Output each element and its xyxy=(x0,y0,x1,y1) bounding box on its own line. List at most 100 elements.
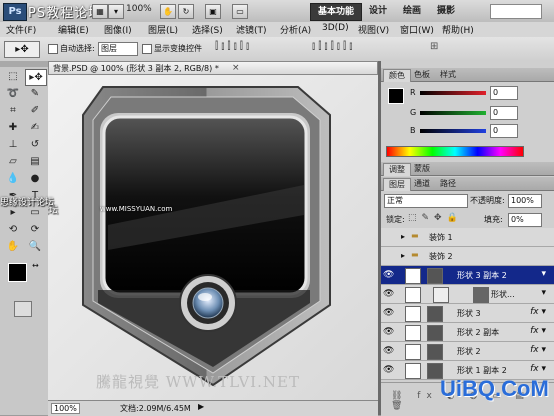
eye-icon[interactable]: 👁 xyxy=(383,346,395,356)
hand-tool-icon[interactable]: ✋ xyxy=(160,4,176,19)
fx-icon[interactable]: ▾ xyxy=(541,288,546,298)
bridge-icon[interactable]: ▦ xyxy=(92,4,108,19)
eye-icon[interactable]: 👁 xyxy=(383,365,395,375)
document-tab[interactable]: 背景.PSD @ 100% (形状 3 副本 2, RGB/8) * xyxy=(48,61,378,75)
show-transform-checkbox[interactable] xyxy=(142,44,152,54)
move-tool-icon[interactable]: ▸✥ xyxy=(25,69,47,86)
foreground-color-swatch[interactable] xyxy=(8,263,27,282)
fx-icon[interactable]: fx ▾ xyxy=(530,307,546,317)
tab-swatches[interactable]: 色板 xyxy=(409,69,435,81)
visibility-toggle[interactable] xyxy=(383,232,395,242)
layer-row[interactable]: 👁 形状 3 fx ▾ xyxy=(381,304,554,323)
layer-row[interactable]: 👁 形状... ▾ xyxy=(381,285,554,304)
eye-icon[interactable]: 👁 xyxy=(383,289,395,299)
fx-icon[interactable]: fx ▾ xyxy=(530,364,546,374)
channel-r-slider[interactable] xyxy=(420,91,486,95)
tab-masks[interactable]: 蒙版 xyxy=(409,163,435,175)
3d-rotate-tool-icon[interactable]: ⟲ xyxy=(3,222,23,237)
channel-r-value[interactable]: 0 xyxy=(490,86,518,100)
eraser-tool-icon[interactable]: ▱ xyxy=(3,154,23,169)
workspace-essentials[interactable]: 基本功能 xyxy=(310,3,363,21)
workspace-painting[interactable]: 绘画 xyxy=(396,3,428,19)
eye-icon[interactable]: 👁 xyxy=(383,270,395,280)
eyedropper-tool-icon[interactable]: ✐ xyxy=(25,103,45,118)
tab-color[interactable]: 颜色 xyxy=(383,69,411,82)
menu-filter[interactable]: 滤镜(T) xyxy=(236,23,267,36)
tab-adjustments[interactable]: 调整 xyxy=(383,163,411,176)
3d-orbit-tool-icon[interactable]: ⟳ xyxy=(25,222,45,237)
channel-b-slider[interactable] xyxy=(420,129,486,133)
tab-layers[interactable]: 图层 xyxy=(383,178,411,191)
blur-tool-icon[interactable]: 💧 xyxy=(3,171,23,186)
status-menu-arrow-icon[interactable]: ▶ xyxy=(198,402,204,411)
menu-view[interactable]: 视图(V) xyxy=(358,23,389,36)
stamp-tool-icon[interactable]: ⊥ xyxy=(3,137,23,152)
channel-g-slider[interactable] xyxy=(420,111,486,115)
layer-row[interactable]: 👁 形状 2 副本 fx ▾ xyxy=(381,323,554,342)
layer-row[interactable]: 👁 形状 2 fx ▾ xyxy=(381,342,554,361)
menu-edit[interactable]: 编辑(E) xyxy=(58,23,89,36)
workspace-design[interactable]: 设计 xyxy=(362,3,394,19)
workspace-photography[interactable]: 摄影 xyxy=(430,3,462,19)
color-spectrum-ramp[interactable] xyxy=(386,146,524,157)
tab-styles[interactable]: 样式 xyxy=(435,69,461,81)
opacity-input[interactable]: 100% xyxy=(508,194,542,208)
close-document-icon[interactable]: × xyxy=(232,63,240,73)
visibility-toggle[interactable] xyxy=(383,251,395,261)
history-brush-icon[interactable]: ↺ xyxy=(25,137,45,152)
align-buttons[interactable]: ⫿⫾⫿⫾⫿⫾ xyxy=(215,41,305,56)
lasso-tool-icon[interactable]: ➰ xyxy=(3,86,23,101)
swap-colors-icon[interactable]: ↔ xyxy=(32,261,39,270)
hand-tool-icon-2[interactable]: ✋ xyxy=(3,239,23,254)
auto-align-icon[interactable]: ⊞ xyxy=(430,41,446,56)
menu-3d[interactable]: 3D(D) xyxy=(322,23,349,33)
fx-icon[interactable]: fx ▾ xyxy=(530,345,546,355)
fill-input[interactable]: 0% xyxy=(508,213,542,227)
screen-mode-icon[interactable]: ▭ xyxy=(232,4,248,19)
menu-image[interactable]: 图像(I) xyxy=(104,23,132,36)
tab-channels[interactable]: 通道 xyxy=(409,178,435,190)
menu-help[interactable]: 帮助(H) xyxy=(442,23,474,36)
layer-row[interactable]: ▸ ▬ 装饰 1 xyxy=(381,228,554,247)
tool-preset-picker[interactable]: ▸✥ xyxy=(4,41,40,58)
channel-g-value[interactable]: 0 xyxy=(490,106,518,120)
fx-icon[interactable]: fx ▾ xyxy=(530,326,546,336)
zoom-tool-icon[interactable]: 🔍 xyxy=(25,239,45,254)
gradient-tool-icon[interactable]: ▤ xyxy=(25,154,45,169)
distribute-buttons[interactable]: ⫾⫿⫾⫿⫾⫿⫾ xyxy=(312,41,417,56)
marquee-tool-icon[interactable]: ⬚ xyxy=(3,69,23,84)
expand-arrow-icon[interactable]: ▸ xyxy=(401,232,405,241)
crop-tool-icon[interactable]: ⌗ xyxy=(3,103,23,118)
layer-row-selected[interactable]: 👁 形状 3 副本 2 ▾ xyxy=(381,266,554,285)
zoom-level[interactable]: 100% xyxy=(126,4,152,14)
menu-analysis[interactable]: 分析(A) xyxy=(280,23,311,36)
channel-b-value[interactable]: 0 xyxy=(490,124,518,138)
eye-icon[interactable]: 👁 xyxy=(383,327,395,337)
expand-arrow-icon[interactable]: ▸ xyxy=(401,251,405,260)
layer-row[interactable]: ▸ ▬ 装饰 2 xyxy=(381,247,554,266)
auto-select-dropdown[interactable]: 图层 xyxy=(98,42,138,56)
eye-icon[interactable]: 👁 xyxy=(383,308,395,318)
rotate-view-icon[interactable]: ↻ xyxy=(178,4,194,19)
canvas[interactable]: 思缘设计论坛 www.MISSYUAN.com 騰龍視覺 WWW.TLVI.NE… xyxy=(48,75,378,400)
blend-mode-dropdown[interactable]: 正常 xyxy=(384,194,468,208)
search-input[interactable] xyxy=(490,4,542,19)
vector-mask-thumbnail xyxy=(427,325,443,341)
menu-window[interactable]: 窗口(W) xyxy=(400,23,434,36)
auto-select-checkbox[interactable] xyxy=(48,44,58,54)
heal-tool-icon[interactable]: ✚ xyxy=(3,120,23,135)
tab-paths[interactable]: 路径 xyxy=(435,178,461,190)
view-extras-icon[interactable]: ▾ xyxy=(108,4,124,19)
menu-layer[interactable]: 图层(L) xyxy=(148,23,178,36)
fx-icon[interactable]: ▾ xyxy=(541,269,546,279)
lock-icons[interactable]: ⬚✎✥🔒 xyxy=(408,213,463,223)
status-zoom[interactable]: 100% xyxy=(51,403,80,414)
menu-file[interactable]: 文件(F) xyxy=(6,23,36,36)
quick-select-tool-icon[interactable]: ✎ xyxy=(25,86,45,101)
brush-tool-icon[interactable]: ✍ xyxy=(25,120,45,135)
arrange-documents-icon[interactable]: ▣ xyxy=(205,4,221,19)
menu-select[interactable]: 选择(S) xyxy=(192,23,223,36)
dodge-tool-icon[interactable]: ● xyxy=(25,171,45,186)
quick-mask-icon[interactable] xyxy=(14,301,32,317)
color-fg-swatch[interactable] xyxy=(388,88,404,104)
